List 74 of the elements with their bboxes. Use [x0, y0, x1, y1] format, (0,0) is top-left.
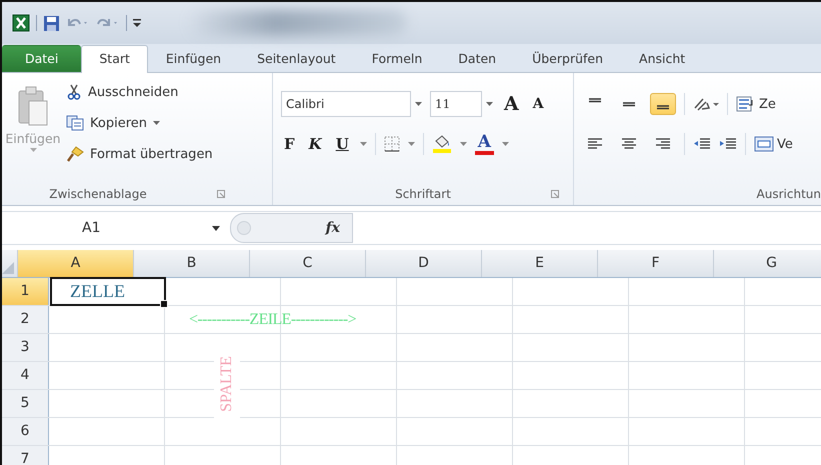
vertical-align-button[interactable] — [650, 93, 676, 115]
dropdown-icon[interactable] — [415, 102, 422, 106]
round-handle[interactable] — [237, 221, 251, 235]
row-header[interactable]: 6 — [2, 418, 49, 445]
shrink-font-button[interactable]: A — [530, 96, 547, 112]
vertical-align-icon — [588, 98, 602, 102]
text-align-icon — [587, 137, 603, 151]
ribbon-tab[interactable]: Daten — [440, 45, 514, 72]
corner-triangle-icon — [2, 262, 14, 274]
ribbon-tab[interactable]: Datei — [2, 45, 82, 72]
font-style-button[interactable]: K — [306, 135, 325, 153]
column-header[interactable]: B — [134, 250, 250, 277]
increase-indent-icon[interactable] — [719, 137, 737, 151]
clipboard-command[interactable]: Format übertragen — [66, 143, 213, 165]
merge-cells-button[interactable]: Ve — [754, 136, 793, 152]
dialog-launcher-icon[interactable] — [551, 190, 559, 198]
text-align-icon — [655, 137, 671, 151]
dropdown-icon[interactable] — [360, 142, 367, 146]
dropdown-icon[interactable] — [502, 142, 509, 146]
font-size-field[interactable]: 11 — [430, 91, 482, 117]
group-title: Ausrichtun — [756, 187, 821, 201]
row-header[interactable]: 7 — [2, 446, 49, 465]
group-title: Schriftart — [395, 187, 451, 201]
column-header[interactable]: F — [598, 250, 714, 277]
fill-color-icon[interactable] — [432, 135, 452, 153]
ribbon-tab[interactable]: Seitenlayout — [239, 45, 354, 72]
group-title: Zwischenablage — [49, 187, 147, 201]
ribbon-tab[interactable]: Formeln — [354, 45, 440, 72]
column-header[interactable]: D — [366, 250, 482, 277]
ribbon-tab[interactable]: Überprüfen — [514, 45, 622, 72]
ribbon-tab[interactable]: Start — [81, 45, 148, 73]
clipboard-command[interactable]: Kopieren — [66, 112, 213, 134]
text-align-icon — [621, 137, 637, 151]
save-icon[interactable] — [43, 14, 60, 32]
font-style-button[interactable]: F — [281, 135, 298, 153]
ribbon-tab[interactable]: Ansicht — [621, 45, 704, 72]
dropdown-icon[interactable] — [460, 142, 467, 146]
vertical-align-icon — [622, 102, 636, 106]
font-name-field[interactable]: Calibri — [281, 91, 411, 117]
insert-function-button[interactable]: fx — [326, 220, 340, 236]
cell-text[interactable]: ZELLE — [50, 277, 166, 306]
decrease-indent-icon[interactable] — [693, 137, 711, 151]
text-orientation-icon[interactable] — [693, 96, 719, 112]
row-header[interactable]: 5 — [2, 390, 49, 417]
caret-icon — [30, 148, 36, 152]
caret-icon — [212, 226, 220, 230]
grow-font-button[interactable]: A — [501, 93, 522, 115]
caret-icon — [153, 121, 160, 125]
copy-icon — [66, 115, 84, 131]
column-header[interactable]: E — [482, 250, 598, 277]
name-box[interactable]: A1 — [2, 212, 230, 244]
dropdown-icon[interactable] — [486, 102, 493, 106]
clipboard-command[interactable]: Ausschneiden — [66, 81, 213, 103]
vertical-align-icon — [656, 105, 670, 110]
font-color-button[interactable]: A — [474, 133, 494, 155]
customize-icon[interactable] — [133, 18, 141, 28]
column-header[interactable]: C — [250, 250, 366, 277]
border-icon[interactable] — [384, 136, 400, 152]
scissors-icon — [66, 84, 82, 100]
row-header[interactable]: 4 — [2, 362, 49, 389]
column-header[interactable]: G — [714, 250, 821, 277]
column-header[interactable]: A — [18, 250, 134, 277]
paintbrush-icon — [66, 146, 84, 162]
row-header[interactable]: 3 — [2, 334, 49, 361]
row-annotation: <-----------ZEILE------------> — [189, 310, 356, 330]
wrap-text-button[interactable]: Ze — [736, 96, 776, 112]
dropdown-icon[interactable] — [408, 142, 415, 146]
row-header[interactable]: 2 — [2, 306, 49, 333]
ribbon-tab[interactable]: Einfügen — [148, 45, 240, 72]
dialog-launcher-icon[interactable] — [216, 190, 225, 198]
spreadsheet-app-icon — [12, 14, 30, 32]
row-header[interactable]: 1 — [2, 278, 49, 305]
merge-cells-icon — [754, 136, 774, 152]
font-style-button[interactable]: U — [332, 135, 352, 153]
